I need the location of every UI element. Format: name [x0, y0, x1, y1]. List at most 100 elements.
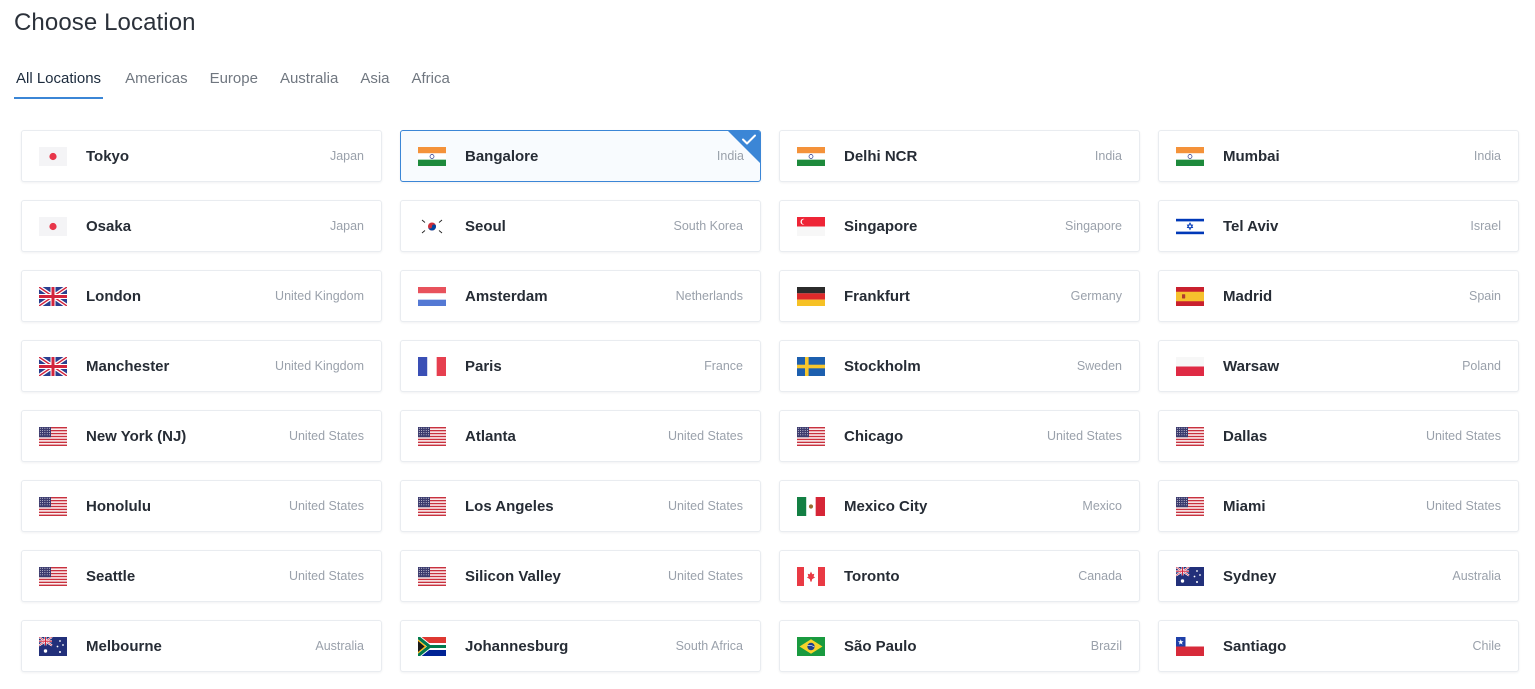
singapore-flag-icon	[797, 217, 825, 236]
location-card[interactable]: Atlanta United States	[400, 410, 761, 462]
country-name: Israel	[1470, 219, 1501, 233]
tab-asia[interactable]: Asia	[360, 68, 389, 99]
location-card[interactable]: Chicago United States	[779, 410, 1140, 462]
city-name: Melbourne	[86, 638, 162, 655]
page-title: Choose Location	[14, 9, 196, 36]
tab-americas[interactable]: Americas	[125, 68, 188, 99]
brazil-flag-icon	[797, 637, 825, 656]
location-card[interactable]: Los Angeles United States	[400, 480, 761, 532]
city-name: Paris	[465, 358, 502, 375]
india-flag-icon	[1176, 147, 1204, 166]
country-name: Spain	[1469, 289, 1501, 303]
us-flag-icon	[1176, 427, 1204, 446]
country-name: South Africa	[675, 639, 743, 653]
city-name: Toronto	[844, 568, 900, 585]
location-card[interactable]: Dallas United States	[1158, 410, 1519, 462]
us-flag-icon	[39, 497, 67, 516]
country-name: Brazil	[1090, 639, 1122, 653]
location-card[interactable]: Delhi NCR India	[779, 130, 1140, 182]
location-card[interactable]: Seattle United States	[21, 550, 382, 602]
location-card[interactable]: New York (NJ) United States	[21, 410, 382, 462]
country-name: United States	[667, 429, 743, 443]
country-name: United States	[667, 499, 743, 513]
spain-flag-icon	[1176, 287, 1204, 306]
city-name: Honolulu	[86, 498, 151, 515]
japan-flag-icon	[39, 147, 67, 166]
country-name: United States	[288, 569, 364, 583]
location-card[interactable]: Paris France	[400, 340, 761, 392]
city-name: Singapore	[844, 218, 918, 235]
tab-europe[interactable]: Europe	[210, 68, 258, 99]
location-card[interactable]: Osaka Japan	[21, 200, 382, 252]
location-card[interactable]: Manchester United Kingdom	[21, 340, 382, 392]
germany-flag-icon	[797, 287, 825, 306]
city-name: Amsterdam	[465, 288, 548, 305]
location-card[interactable]: Melbourne Australia	[21, 620, 382, 672]
city-name: Stockholm	[844, 358, 921, 375]
australia-flag-icon	[1176, 567, 1204, 586]
city-name: Silicon Valley	[465, 568, 561, 585]
city-name: Chicago	[844, 428, 904, 445]
country-name: Poland	[1462, 359, 1501, 373]
us-flag-icon	[1176, 497, 1204, 516]
country-name: Australia	[315, 639, 364, 653]
city-name: Mexico City	[844, 498, 928, 515]
location-card[interactable]: Mumbai India	[1158, 130, 1519, 182]
location-card[interactable]: São Paulo Brazil	[779, 620, 1140, 672]
city-name: Manchester	[86, 358, 170, 375]
city-name: Madrid	[1223, 288, 1273, 305]
location-card[interactable]: Mexico City Mexico	[779, 480, 1140, 532]
mexico-flag-icon	[797, 497, 825, 516]
location-card[interactable]: London United Kingdom	[21, 270, 382, 322]
location-card[interactable]: Silicon Valley United States	[400, 550, 761, 602]
tab-africa[interactable]: Africa	[412, 68, 450, 99]
location-card[interactable]: Seoul South Korea	[400, 200, 761, 252]
city-name: Tokyo	[86, 148, 130, 165]
country-name: United States	[1425, 499, 1501, 513]
country-name: Chile	[1472, 639, 1502, 653]
india-flag-icon	[797, 147, 825, 166]
sweden-flag-icon	[797, 357, 825, 376]
city-name: Santiago	[1223, 638, 1287, 655]
location-card[interactable]: Santiago Chile	[1158, 620, 1519, 672]
poland-flag-icon	[1176, 357, 1204, 376]
city-name: Mumbai	[1223, 148, 1280, 165]
japan-flag-icon	[39, 217, 67, 236]
location-card[interactable]: Madrid Spain	[1158, 270, 1519, 322]
location-card[interactable]: Sydney Australia	[1158, 550, 1519, 602]
location-card[interactable]: Amsterdam Netherlands	[400, 270, 761, 322]
tab-all-locations[interactable]: All Locations	[14, 68, 104, 99]
canada-flag-icon	[797, 567, 825, 586]
country-name: France	[704, 359, 743, 373]
france-flag-icon	[418, 357, 446, 376]
location-card[interactable]: Stockholm Sweden	[779, 340, 1140, 392]
country-name: United Kingdom	[275, 359, 364, 373]
location-card[interactable]: Frankfurt Germany	[779, 270, 1140, 322]
us-flag-icon	[418, 567, 446, 586]
country-name: South Korea	[673, 219, 744, 233]
city-name: Tel Aviv	[1223, 218, 1279, 235]
us-flag-icon	[39, 427, 67, 446]
location-grid: Tokyo Japan Bangalore India Delhi NCR India Mu…	[21, 130, 1519, 672]
city-name: Warsaw	[1223, 358, 1280, 375]
location-card[interactable]: Tokyo Japan	[21, 130, 382, 182]
region-tabs: All Locations Americas Europe Australia Asia…	[14, 68, 472, 99]
location-card[interactable]: Bangalore India	[400, 130, 761, 182]
location-card[interactable]: Warsaw Poland	[1158, 340, 1519, 392]
country-name: United States	[1046, 429, 1122, 443]
selected-check-icon	[728, 131, 760, 163]
location-card[interactable]: Miami United States	[1158, 480, 1519, 532]
country-name: Singapore	[1065, 219, 1122, 233]
location-card[interactable]: Tel Aviv Israel	[1158, 200, 1519, 252]
location-card[interactable]: Toronto Canada	[779, 550, 1140, 602]
city-name: Johannesburg	[465, 638, 569, 655]
location-card[interactable]: Honolulu United States	[21, 480, 382, 532]
country-name: Japan	[329, 149, 364, 163]
location-card[interactable]: Johannesburg South Africa	[400, 620, 761, 672]
city-name: São Paulo	[844, 638, 917, 655]
location-card[interactable]: Singapore Singapore	[779, 200, 1140, 252]
country-name: India	[1094, 149, 1122, 163]
tab-australia[interactable]: Australia	[280, 68, 338, 99]
chile-flag-icon	[1176, 637, 1204, 656]
country-name: Australia	[1452, 569, 1501, 583]
